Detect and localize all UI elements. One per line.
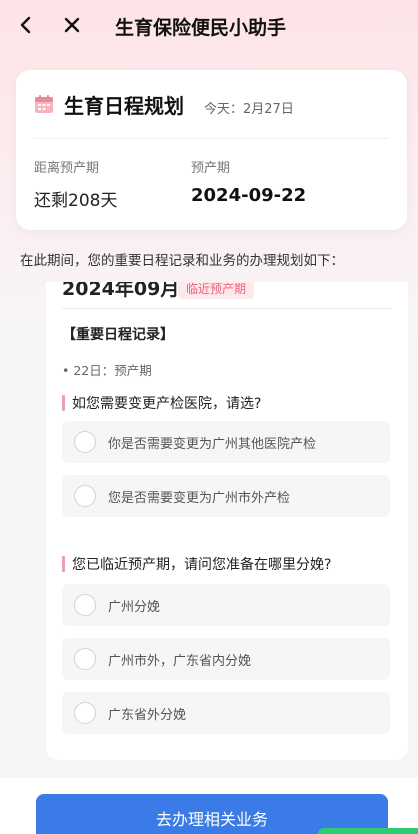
radio-button[interactable]	[74, 594, 96, 616]
calendar-icon	[35, 95, 53, 113]
option-label: 您是否需要变更为广州市外产检	[108, 490, 291, 506]
remaining-days-label: 距离预产期	[34, 161, 100, 176]
question-delivery-location: 您已临近预产期，请问您准备在哪里分娩?	[62, 554, 331, 574]
question-marker	[62, 556, 65, 572]
chevron-left-icon	[20, 16, 31, 34]
option-deliver-outside-guangdong[interactable]: 广东省外分娩	[62, 692, 390, 734]
option-label: 你是否需要变更为广州其他医院产检	[108, 436, 317, 452]
option-change-guangzhou-hospital[interactable]: 你是否需要变更为广州其他医院产检	[62, 421, 390, 463]
floating-widget[interactable]	[318, 828, 418, 834]
question-marker	[62, 395, 65, 411]
card-divider	[34, 138, 389, 139]
page-title: 生育保险便民小助手	[115, 17, 287, 39]
schedule-summary-card: 生育日程规划 今天：2月27日 距离预产期 还剩208天 预产期 2024-09…	[16, 70, 407, 230]
radio-button[interactable]	[74, 648, 96, 670]
radio-button[interactable]	[74, 702, 96, 724]
status-badge: 临近预产期	[178, 282, 255, 299]
question-text: 如您需要变更产检医院，请选?	[72, 396, 262, 412]
timeline-divider	[62, 308, 392, 309]
option-label: 广东省外分娩	[108, 707, 187, 723]
question-text: 您已临近预产期，请问您准备在哪里分娩?	[72, 557, 332, 573]
radio-button[interactable]	[74, 431, 96, 453]
close-button[interactable]	[56, 9, 88, 41]
top-nav-bar: 生育保险便民小助手	[0, 0, 418, 50]
option-deliver-guangzhou[interactable]: 广州分娩	[62, 584, 390, 626]
due-date-label: 预产期	[191, 161, 231, 176]
schedule-event: • 22日：预产期	[62, 363, 152, 378]
close-icon	[64, 17, 80, 33]
option-deliver-guangdong[interactable]: 广州市外，广东省内分娩	[62, 638, 390, 680]
option-label: 广州市外，广东省内分娩	[108, 653, 252, 669]
back-button[interactable]	[10, 9, 42, 41]
radio-button[interactable]	[74, 485, 96, 507]
intro-text: 在此期间，您的重要日程记录和业务的办理规划如下：	[20, 253, 344, 269]
timeline-panel[interactable]: 2024年09月 临近预产期 【重要日程记录】 • 22日：预产期 如您需要变更…	[46, 282, 408, 760]
due-date-value: 2024-09-22	[191, 185, 307, 206]
month-title: 2024年09月	[62, 282, 180, 300]
question-hospital-change: 如您需要变更产检医院，请选?	[62, 393, 261, 413]
today-date: 今天：2月27日	[204, 102, 294, 117]
card-title: 生育日程规划	[64, 94, 184, 118]
section-title: 【重要日程记录】	[62, 327, 174, 343]
option-change-outside-guangzhou[interactable]: 您是否需要变更为广州市外产检	[62, 475, 390, 517]
option-label: 广州分娩	[108, 599, 161, 615]
remaining-days-value: 还剩208天	[34, 191, 118, 211]
